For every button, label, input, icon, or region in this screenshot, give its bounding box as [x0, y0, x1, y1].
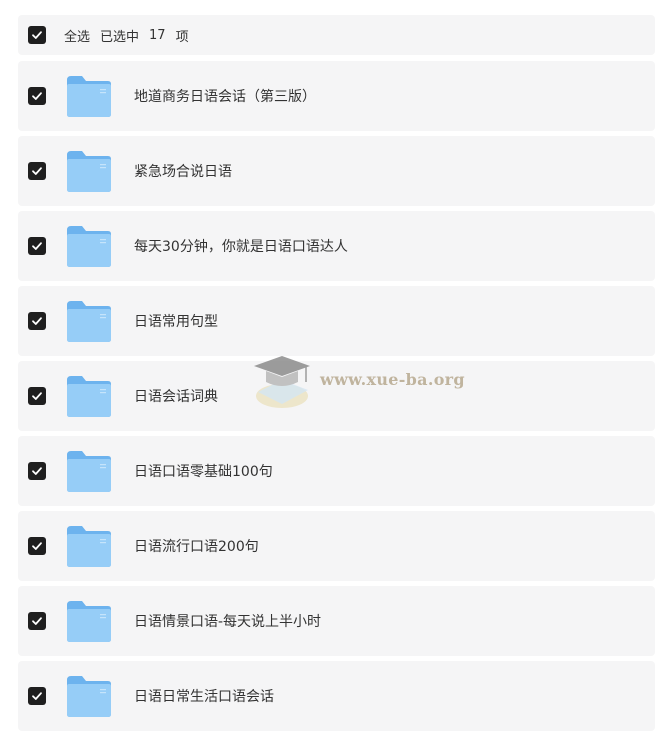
- row-checkbox[interactable]: [28, 162, 46, 180]
- folder-row[interactable]: 日语情景口语-每天说上半小时: [18, 586, 655, 656]
- row-checkbox[interactable]: [28, 387, 46, 405]
- selected-count: 17: [149, 27, 166, 43]
- select-all-checkbox[interactable]: [28, 26, 46, 44]
- row-checkbox[interactable]: [28, 87, 46, 105]
- selected-prefix: 已选中: [100, 29, 140, 45]
- folder-icon: [66, 524, 112, 568]
- folder-name[interactable]: 紧急场合说日语: [134, 161, 232, 181]
- checkmark-icon: [32, 542, 42, 550]
- folder-row[interactable]: 日语会话词典: [18, 361, 655, 431]
- checkmark-icon: [32, 392, 42, 400]
- folder-icon: [66, 149, 112, 193]
- folder-row[interactable]: 日语日常生活口语会话: [18, 661, 655, 731]
- folder-name[interactable]: 日语口语零基础100句: [134, 461, 273, 481]
- folder-name[interactable]: 日语常用句型: [134, 311, 218, 331]
- folder-name[interactable]: 日语情景口语-每天说上半小时: [134, 611, 321, 631]
- row-checkbox[interactable]: [28, 612, 46, 630]
- select-all-bar: 全选 已选中 17 项: [18, 15, 655, 55]
- folder-icon: [66, 674, 112, 718]
- folder-row[interactable]: 日语口语零基础100句: [18, 436, 655, 506]
- row-checkbox[interactable]: [28, 462, 46, 480]
- folder-name[interactable]: 日语流行口语200句: [134, 536, 259, 556]
- checkmark-icon: [32, 692, 42, 700]
- folder-name[interactable]: 每天30分钟，你就是日语口语达人: [134, 236, 348, 256]
- folder-row[interactable]: 日语流行口语200句: [18, 511, 655, 581]
- file-list: 地道商务日语会话（第三版） 紧急场合说日语 每天30分钟，你就是日语口语达人 日…: [18, 61, 655, 736]
- row-checkbox[interactable]: [28, 537, 46, 555]
- folder-name[interactable]: 日语日常生活口语会话: [134, 686, 274, 706]
- folder-row[interactable]: 日语常用句型: [18, 286, 655, 356]
- selected-suffix: 项: [175, 29, 189, 45]
- folder-icon: [66, 224, 112, 268]
- checkmark-icon: [32, 167, 42, 175]
- checkmark-icon: [32, 317, 42, 325]
- folder-row[interactable]: 每天30分钟，你就是日语口语达人: [18, 211, 655, 281]
- row-checkbox[interactable]: [28, 687, 46, 705]
- checkmark-icon: [32, 242, 42, 250]
- folder-icon: [66, 74, 112, 118]
- row-checkbox[interactable]: [28, 237, 46, 255]
- folder-row[interactable]: 紧急场合说日语: [18, 136, 655, 206]
- checkmark-icon: [32, 467, 42, 475]
- folder-icon: [66, 299, 112, 343]
- folder-name[interactable]: 地道商务日语会话（第三版）: [134, 86, 316, 106]
- folder-row[interactable]: 地道商务日语会话（第三版）: [18, 61, 655, 131]
- folder-icon: [66, 374, 112, 418]
- checkmark-icon: [32, 31, 42, 39]
- folder-name[interactable]: 日语会话词典: [134, 386, 218, 406]
- checkmark-icon: [32, 617, 42, 625]
- checkmark-icon: [32, 92, 42, 100]
- folder-icon: [66, 599, 112, 643]
- folder-icon: [66, 449, 112, 493]
- row-checkbox[interactable]: [28, 312, 46, 330]
- select-all-label[interactable]: 全选: [64, 26, 90, 45]
